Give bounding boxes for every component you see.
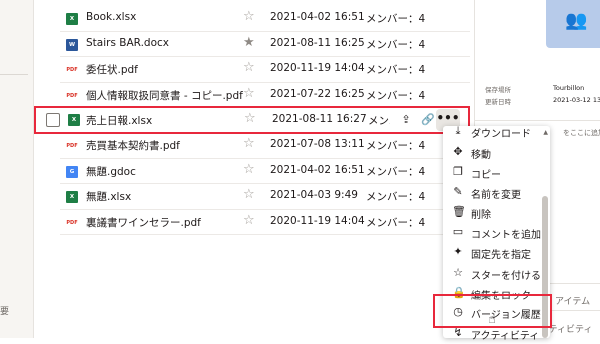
file-list: X Book.xlsx ☆ 2021-04-02 16:51 メンバー：4 W Stairs… bbox=[34, 0, 474, 338]
members-count: メンバー：4 bbox=[366, 140, 426, 152]
star-icon[interactable]: ☆ bbox=[243, 162, 255, 177]
file-row[interactable]: PDF 売買基本契約書.pdf ☆ 2021-07-08 13:11 メンバー：4 bbox=[60, 133, 470, 159]
save-location-value[interactable]: Tourbillon bbox=[553, 84, 584, 92]
share-icon[interactable]: ⇪ bbox=[398, 112, 414, 128]
file-name[interactable]: 個人情報取扱同意書 - コピー.pdf bbox=[86, 88, 243, 103]
pdf-file-icon: PDF bbox=[66, 89, 78, 102]
pin-icon: ✦ bbox=[453, 245, 463, 258]
pdf-file-icon: PDF bbox=[66, 64, 78, 76]
menu-item-star[interactable]: ☆ スターを付ける bbox=[443, 264, 541, 284]
docx-file-icon: W bbox=[66, 38, 78, 51]
modified-date: 2021-04-03 9:49 bbox=[270, 189, 358, 201]
menu-item-label: コメントを追加 bbox=[471, 230, 541, 241]
star-icon[interactable]: ☆ bbox=[243, 86, 255, 101]
pdf-file-icon: PDF bbox=[66, 216, 78, 229]
members-count: メンバー：4 bbox=[366, 38, 426, 51]
file-name[interactable]: Book.xlsx bbox=[86, 11, 136, 23]
menu-item-label: 移動 bbox=[471, 150, 491, 161]
menu-item-label: 名前を変更 bbox=[471, 190, 521, 201]
star-icon: ☆ bbox=[453, 266, 463, 279]
modified-date: 2020-11-19 14:04 bbox=[270, 214, 365, 227]
file-row-selected[interactable]: X売上日報.xlsx☆2021-08-11 16:27メンバー：4⇪🔗••• bbox=[34, 106, 470, 134]
file-row[interactable]: PDF 委任状.pdf ☆ 2020-11-19 14:04 メンバー：4 bbox=[60, 57, 470, 83]
modified-date: 2021-08-11 16:27 bbox=[272, 113, 367, 125]
file-name[interactable]: 売買基本契約書.pdf bbox=[86, 138, 180, 153]
members-count: メンバー：4 bbox=[366, 64, 426, 76]
members-count: メンバー：4 bbox=[366, 13, 426, 25]
file-name[interactable]: Stairs BAR.docx bbox=[86, 37, 169, 49]
star-icon[interactable]: ☆ bbox=[243, 213, 255, 228]
panel-divider bbox=[475, 120, 600, 121]
file-row[interactable]: X 無題.xlsx ☆ 2021-04-03 9:49 メンバー：4 bbox=[60, 184, 470, 210]
star-icon[interactable]: ★ bbox=[243, 35, 255, 50]
link-icon[interactable]: 🔗 bbox=[420, 112, 436, 128]
star-icon[interactable]: ☆ bbox=[243, 187, 255, 202]
modified-date: 2021-08-11 16:25 bbox=[270, 36, 365, 49]
pointer-cursor-icon: ☝ bbox=[488, 312, 496, 327]
star-icon[interactable]: ☆ bbox=[243, 136, 255, 151]
people-icon: 👥 bbox=[565, 10, 588, 31]
modified-date: 2020-11-19 14:04 bbox=[270, 62, 365, 74]
add-here-text[interactable]: をここに追加 bbox=[563, 128, 600, 138]
menu-item-move[interactable]: ✥ 移動 bbox=[443, 143, 539, 163]
modified-date: 2021-07-08 13:11 bbox=[270, 138, 365, 150]
members-count: メンバー：4 bbox=[366, 191, 426, 203]
menu-item-label: コピー bbox=[471, 170, 501, 181]
xlsx-file-icon: X bbox=[68, 114, 80, 126]
left-sidebar: 要 bbox=[0, 0, 34, 338]
comment-icon: ▭ bbox=[452, 225, 464, 238]
members-count: メンバー：4 bbox=[366, 89, 426, 102]
modified-date: 2021-07-22 16:25 bbox=[270, 87, 365, 100]
file-name[interactable]: 売上日報.xlsx bbox=[86, 113, 152, 128]
file-row[interactable]: W Stairs BAR.docx ★ 2021-08-11 16:25 メンバー：4 bbox=[60, 32, 470, 57]
menu-item-label: スターを付ける bbox=[471, 271, 541, 282]
star-icon[interactable]: ☆ bbox=[243, 60, 255, 75]
members-count: メンバー：4 bbox=[368, 115, 390, 127]
members-count: メンバー：4 bbox=[366, 165, 426, 178]
file-row[interactable]: PDF 個人情報取扱同意書 - コピー.pdf ☆ 2021-07-22 16:25 メ… bbox=[60, 83, 470, 108]
download-icon: ⤓ bbox=[455, 124, 461, 137]
copy-icon: ❐ bbox=[453, 165, 463, 178]
xlsx-file-icon: X bbox=[66, 191, 78, 203]
sidebar-text-stub: 要 bbox=[0, 307, 10, 317]
file-row[interactable]: X Book.xlsx ☆ 2021-04-02 16:51 メンバー：4 bbox=[60, 6, 470, 32]
file-name[interactable]: 無題.gdoc bbox=[86, 164, 136, 179]
file-row[interactable]: PDF 裏議書ワインセラー.pdf ☆ 2020-11-19 14:04 メンバー：4 bbox=[60, 210, 470, 235]
gdoc-file-icon: G bbox=[66, 165, 78, 178]
menu-item-label: 削除 bbox=[471, 210, 491, 221]
move-icon: ✥ bbox=[453, 145, 463, 158]
activity-icon: ↯ bbox=[453, 326, 463, 339]
updated-value: 2021-03-12 13 bbox=[553, 96, 600, 104]
file-name[interactable]: 裏議書ワインセラー.pdf bbox=[86, 215, 201, 230]
file-name[interactable]: 委任状.pdf bbox=[86, 62, 138, 77]
menu-item-comment[interactable]: ▭ コメントを追加 bbox=[443, 223, 541, 243]
star-icon[interactable]: ☆ bbox=[243, 9, 255, 24]
shared-folder-avatar: 👥 bbox=[546, 0, 600, 48]
menu-item-download[interactable]: ⤓ ダウンロード bbox=[443, 122, 539, 142]
menu-item-copy[interactable]: ❐ コピー bbox=[443, 163, 539, 183]
xlsx-file-icon: X bbox=[66, 13, 78, 25]
menu-item-label: ダウンロード bbox=[471, 129, 531, 140]
menu-item-label: 固定先を指定 bbox=[471, 250, 531, 261]
file-name[interactable]: 無題.xlsx bbox=[86, 189, 131, 204]
file-row[interactable]: G 無題.gdoc ☆ 2021-04-02 16:51 メンバー：4 bbox=[60, 159, 470, 184]
save-location-label: 保存場所 bbox=[485, 86, 511, 94]
modified-date: 2021-04-02 16:51 bbox=[270, 11, 365, 23]
menu-item-trash[interactable]: 🗑 削除 bbox=[443, 203, 539, 223]
scroll-up-icon[interactable]: ▲ bbox=[543, 129, 548, 136]
menu-item-pin[interactable]: ✦ 固定先を指定 bbox=[443, 243, 539, 263]
row-checkbox[interactable] bbox=[46, 113, 60, 127]
members-count: メンバー：4 bbox=[366, 216, 426, 229]
trash-icon: 🗑 bbox=[452, 205, 466, 218]
star-icon[interactable]: ☆ bbox=[244, 111, 256, 126]
modified-date: 2021-04-02 16:51 bbox=[270, 163, 365, 176]
menu-item-rename[interactable]: ✎ 名前を変更 bbox=[443, 183, 539, 203]
pdf-file-icon: PDF bbox=[66, 140, 78, 152]
items-section[interactable]: アイテム bbox=[555, 294, 590, 307]
menu-item-label: アクティビティ bbox=[471, 331, 540, 342]
sidebar-divider bbox=[0, 74, 28, 75]
updated-label: 更新日時 bbox=[485, 98, 511, 106]
rename-icon: ✎ bbox=[453, 185, 463, 198]
